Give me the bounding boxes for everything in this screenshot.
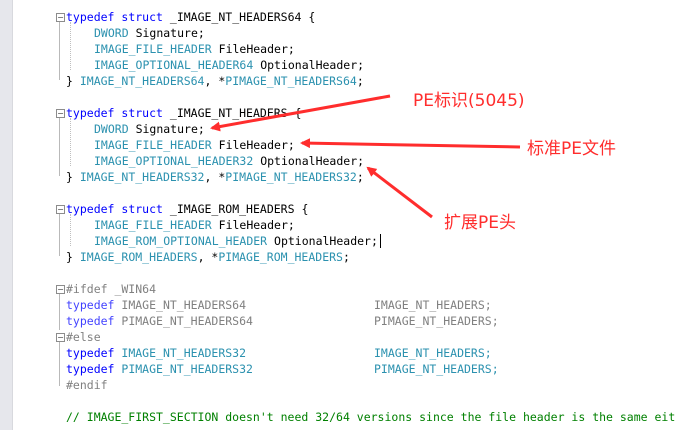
annotation-standard-pe: 标准PE文件 (527, 139, 616, 159)
arrow-to-signature (210, 94, 391, 132)
annotation-extended-pe: 扩展PE头 (444, 213, 516, 233)
arrow-to-optionalheader (366, 166, 433, 219)
annotation-arrows (210, 94, 521, 219)
annotation-pe-signature: PE标识(5045) (413, 91, 525, 111)
arrow-to-fileheader (300, 138, 521, 149)
